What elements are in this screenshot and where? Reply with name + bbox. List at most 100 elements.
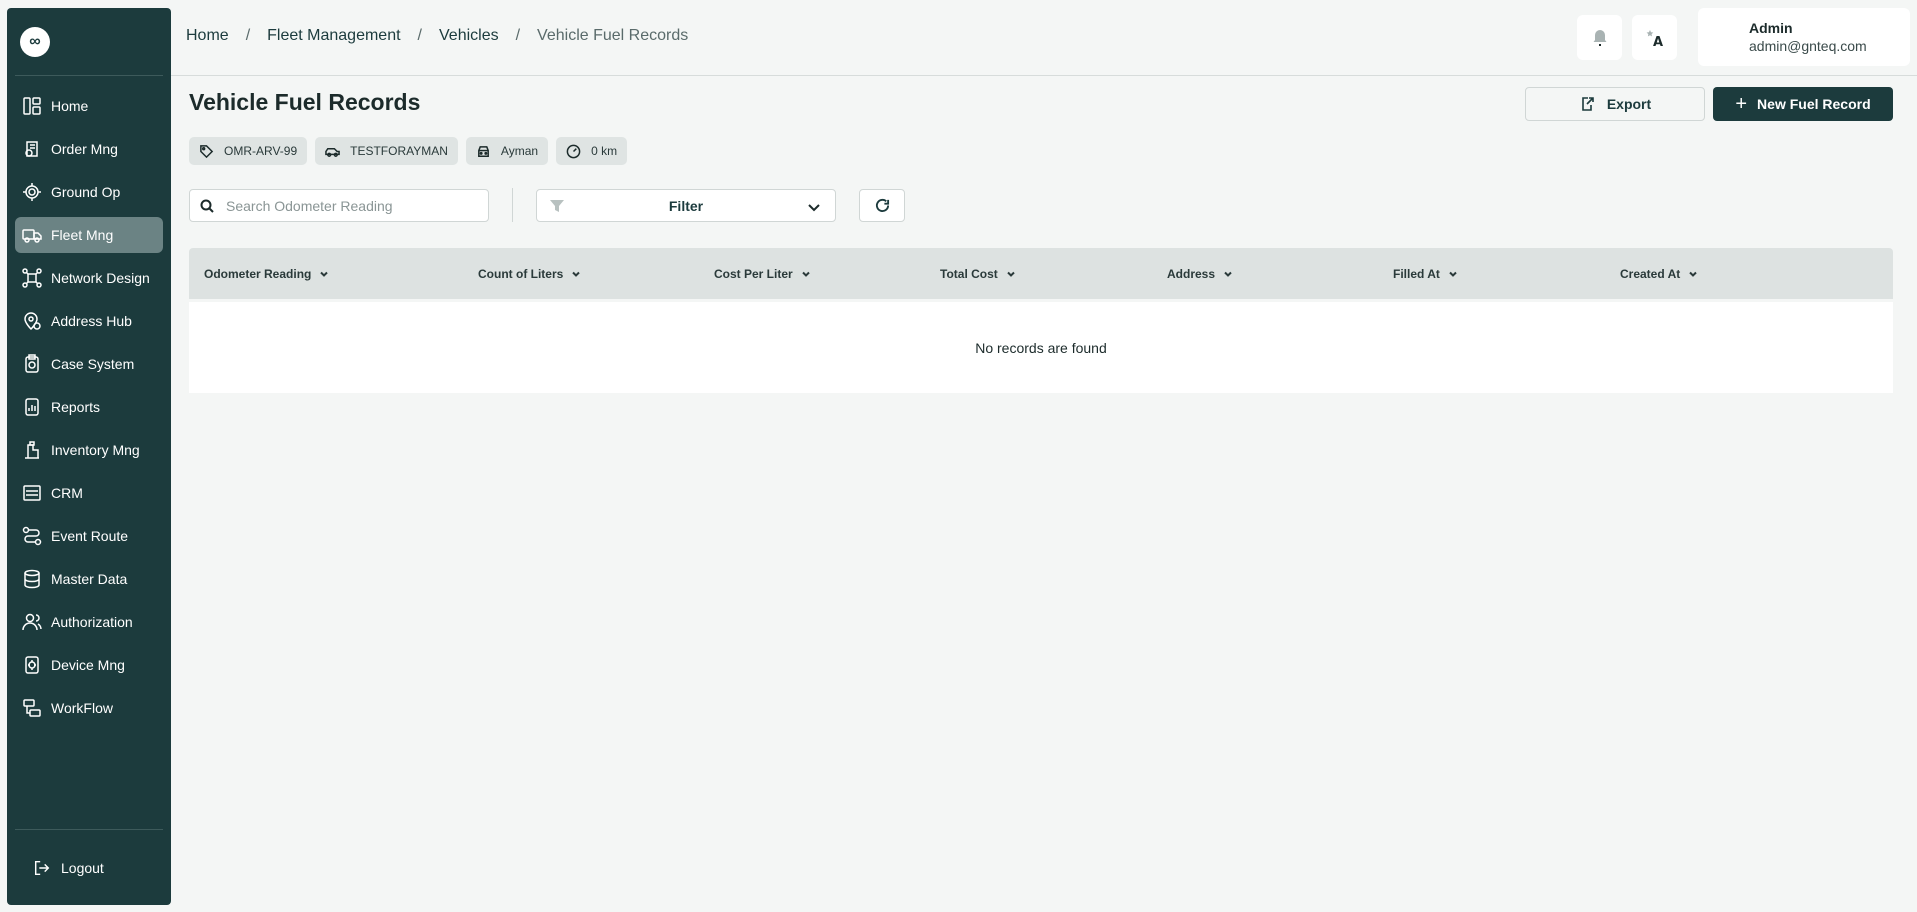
bell-icon bbox=[1593, 29, 1606, 46]
breadcrumb-separator: / bbox=[417, 27, 422, 44]
sidebar-item-case-system[interactable]: Case System bbox=[15, 346, 163, 382]
sidebar-item-master-data[interactable]: Master Data bbox=[15, 561, 163, 597]
search-icon bbox=[200, 199, 214, 213]
logo-area: ∞ bbox=[15, 8, 163, 76]
sidebar-item-ground-op[interactable]: Ground Op bbox=[15, 174, 163, 210]
filter-dropdown[interactable]: Filter bbox=[536, 189, 836, 222]
column-label: Cost Per Liter bbox=[714, 267, 793, 281]
sidebar-item-label: Fleet Mng bbox=[51, 227, 114, 243]
sidebar-item-label: Case System bbox=[51, 356, 135, 372]
sidebar-item-order-mng[interactable]: Order Mng bbox=[15, 131, 163, 167]
notifications-button[interactable] bbox=[1577, 15, 1622, 60]
column-cost-per-liter[interactable]: Cost Per Liter bbox=[714, 267, 811, 281]
sidebar-item-label: Master Data bbox=[51, 571, 128, 587]
logout-button[interactable]: Logout bbox=[33, 859, 104, 877]
breadcrumb-separator: / bbox=[515, 27, 521, 44]
chevron-down-icon bbox=[1007, 271, 1015, 277]
sidebar-item-label: Home bbox=[51, 98, 89, 114]
truck-icon bbox=[21, 224, 43, 246]
search-input[interactable] bbox=[226, 197, 466, 214]
sidebar-item-workflow[interactable]: WorkFlow bbox=[15, 690, 163, 726]
column-filled-at[interactable]: Filled At bbox=[1393, 267, 1458, 281]
car-front-icon bbox=[477, 145, 489, 157]
export-button[interactable]: Export bbox=[1525, 87, 1705, 121]
user-menu[interactable]: Admin admin@gnteq.com bbox=[1698, 8, 1910, 66]
order-icon bbox=[21, 138, 43, 160]
breadcrumb: Home / Fleet Management / Vehicles / Veh… bbox=[186, 27, 688, 45]
plus-icon: + bbox=[1735, 93, 1748, 115]
sidebar-item-device-mng[interactable]: Device Mng bbox=[15, 647, 163, 683]
chevron-down-icon bbox=[1449, 271, 1457, 277]
chip-label: Ayman bbox=[500, 144, 539, 158]
column-label: Odometer Reading bbox=[204, 267, 312, 281]
sidebar-item-label: WorkFlow bbox=[51, 700, 113, 716]
export-label: Export bbox=[1606, 96, 1652, 112]
toolbar-divider bbox=[512, 188, 513, 222]
case-icon bbox=[21, 353, 43, 375]
sidebar-item-inventory-mng[interactable]: Inventory Mng bbox=[15, 432, 163, 468]
filter-label: Filter bbox=[668, 197, 704, 214]
app-logo[interactable]: ∞ bbox=[20, 26, 50, 57]
column-address[interactable]: Address bbox=[1167, 267, 1233, 281]
logout-icon bbox=[34, 860, 50, 875]
column-label: Total Cost bbox=[940, 267, 998, 281]
translate-icon: A bbox=[1646, 29, 1663, 49]
breadcrumb-separator: / bbox=[245, 27, 251, 44]
database-icon bbox=[21, 568, 43, 590]
location-icon bbox=[21, 310, 43, 332]
user-email: admin@gnteq.com bbox=[1749, 38, 1867, 54]
page-title: Vehicle Fuel Records bbox=[189, 89, 421, 115]
breadcrumb-home[interactable]: Home bbox=[186, 27, 229, 45]
user-name: Admin bbox=[1749, 20, 1793, 36]
sidebar-item-label: Inventory Mng bbox=[51, 442, 140, 458]
workflow-icon bbox=[21, 697, 43, 719]
table-body: No records are found bbox=[189, 302, 1893, 393]
sidebar-item-reports[interactable]: Reports bbox=[15, 389, 163, 425]
chevron-down-icon bbox=[1224, 271, 1232, 277]
sidebar-item-label: Network Design bbox=[51, 270, 150, 286]
column-odometer-reading[interactable]: Odometer Reading bbox=[204, 267, 329, 281]
speedometer-icon bbox=[566, 144, 581, 158]
fuel-records-table: Odometer Reading Count of Liters Cost Pe… bbox=[189, 248, 1893, 393]
chevron-down-icon bbox=[320, 271, 329, 277]
chevron-down-icon bbox=[808, 204, 820, 212]
sidebar-item-crm[interactable]: CRM bbox=[15, 475, 163, 511]
breadcrumb-fleet-management[interactable]: Fleet Management bbox=[267, 27, 400, 45]
sidebar-item-label: Reports bbox=[51, 399, 101, 415]
tag-icon bbox=[200, 144, 214, 158]
sidebar-item-label: Device Mng bbox=[51, 657, 125, 673]
language-button[interactable]: A bbox=[1632, 15, 1677, 60]
empty-state-message: No records are found bbox=[975, 339, 1107, 356]
sidebar-item-label: Address Hub bbox=[51, 313, 132, 329]
chevron-down-icon bbox=[1689, 271, 1697, 277]
sidebar-item-fleet-mng[interactable]: Fleet Mng bbox=[15, 217, 163, 253]
breadcrumb-vehicles[interactable]: Vehicles bbox=[439, 27, 499, 45]
column-total-cost[interactable]: Total Cost bbox=[940, 267, 1016, 281]
refresh-button[interactable] bbox=[859, 189, 905, 222]
route-icon bbox=[21, 525, 43, 547]
export-icon bbox=[1582, 97, 1594, 111]
sidebar-item-address-hub[interactable]: Address Hub bbox=[15, 303, 163, 339]
sidebar-item-authorization[interactable]: Authorization bbox=[15, 604, 163, 640]
breadcrumb-current: Vehicle Fuel Records bbox=[537, 27, 689, 44]
search-box[interactable] bbox=[189, 189, 489, 222]
chip-driver: Ayman bbox=[465, 137, 549, 165]
column-created-at[interactable]: Created At bbox=[1620, 267, 1698, 281]
chip-label: 0 km bbox=[591, 144, 618, 158]
chip-plate: OMR-ARV-99 bbox=[189, 137, 308, 165]
filter-icon bbox=[550, 200, 564, 212]
crm-icon bbox=[21, 482, 43, 504]
sidebar-item-label: Ground Op bbox=[51, 184, 121, 200]
new-fuel-record-button[interactable]: + New Fuel Record bbox=[1713, 87, 1893, 121]
top-bar: Home / Fleet Management / Vehicles / Veh… bbox=[171, 0, 1917, 76]
sidebar-item-label: CRM bbox=[51, 485, 83, 501]
sidebar-item-home[interactable]: Home bbox=[15, 88, 163, 124]
column-count-of-liters[interactable]: Count of Liters bbox=[478, 267, 581, 281]
sidebar-item-event-route[interactable]: Event Route bbox=[15, 518, 163, 554]
chip-vehicle: TESTFORAYMAN bbox=[315, 137, 458, 165]
sidebar-item-network-design[interactable]: Network Design bbox=[15, 260, 163, 296]
sidebar: ∞ Home Order Mng Ground Op Fleet Mng Net… bbox=[7, 8, 171, 905]
network-icon bbox=[21, 267, 43, 289]
refresh-icon bbox=[875, 198, 889, 212]
device-icon bbox=[21, 654, 43, 676]
